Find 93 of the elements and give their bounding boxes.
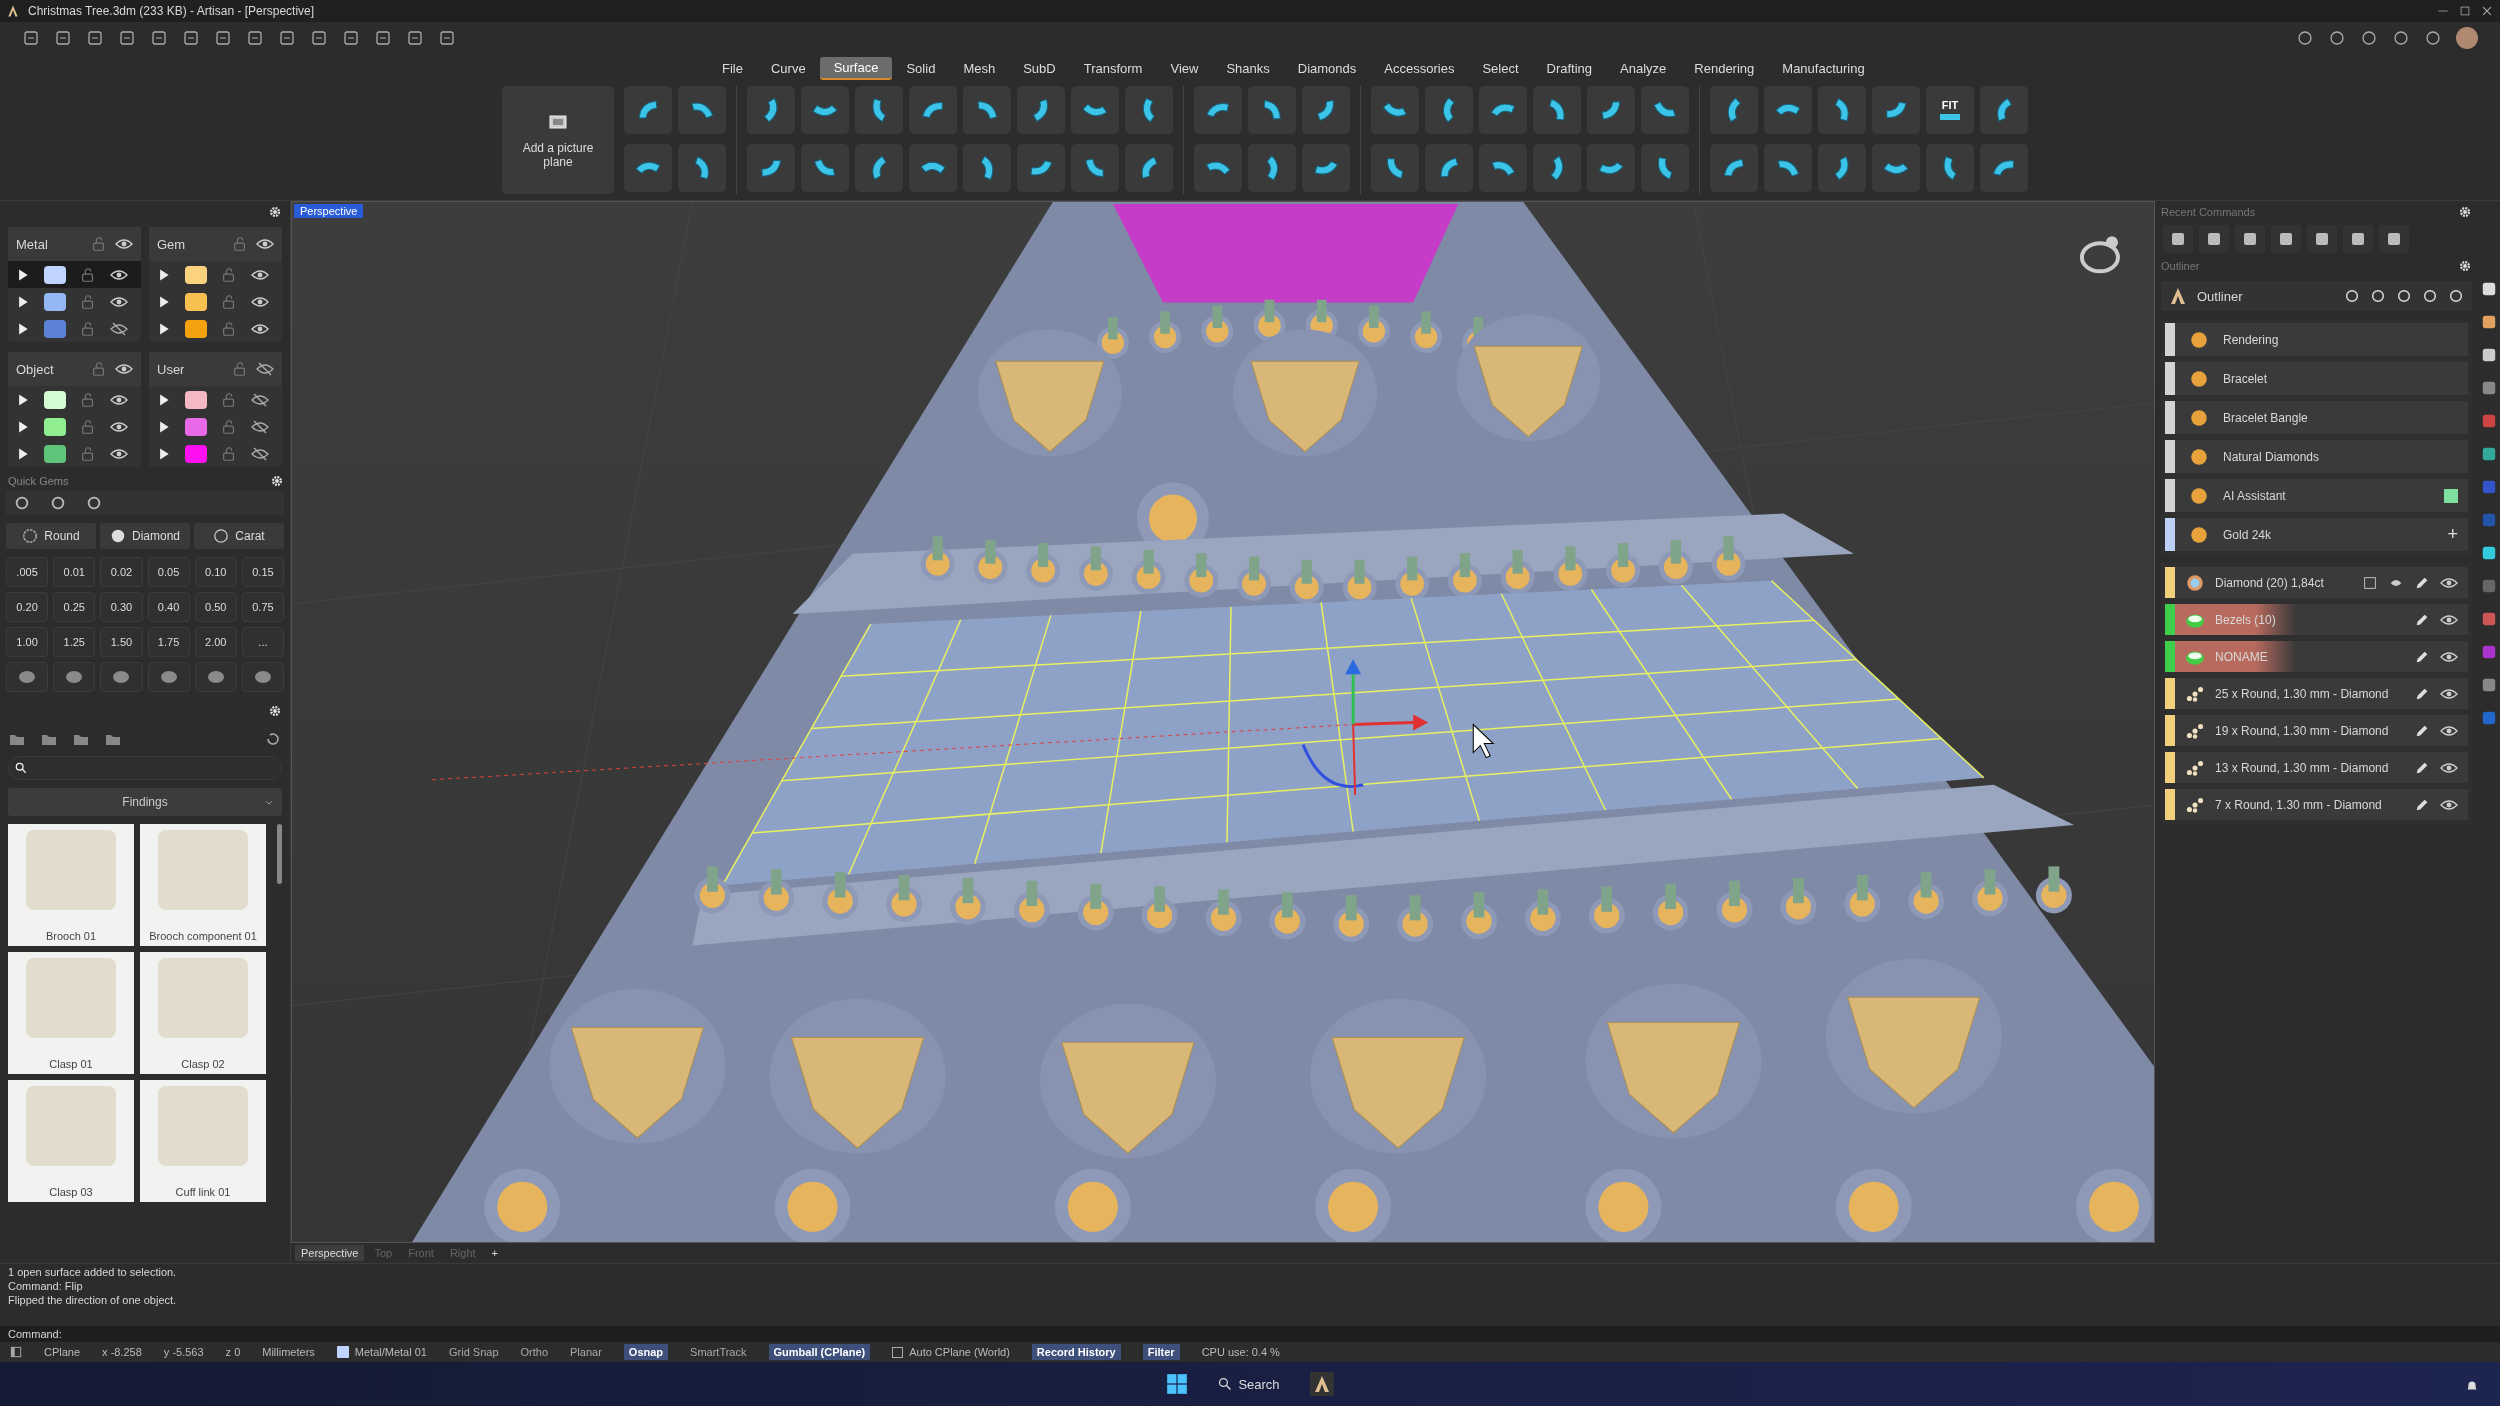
menu-tab[interactable]: Select [1468, 57, 1533, 79]
outliner-title: Outliner [2197, 288, 2244, 304]
layer-group-title: Gem [157, 236, 187, 252]
layer-group-title: Metal [16, 236, 49, 252]
menu-tab[interactable]: Solid [892, 57, 950, 79]
status-toggle[interactable]: Planar [570, 1344, 602, 1360]
gem-unit-dropdown[interactable]: Carat [194, 523, 284, 549]
window-title: Christmas Tree.3dm (233 KB) - Artisan - [Perspective] [28, 4, 315, 18]
status-text: CPlane [44, 1346, 81, 1358]
menu-tab[interactable]: SubD [1009, 57, 1070, 79]
outliner-item[interactable]: Rendering [2165, 323, 2468, 356]
library-item[interactable]: Cuff link 01 [140, 1080, 266, 1202]
gem-size-button[interactable]: 0.75 [241, 592, 284, 622]
gem-size-button[interactable]: 0.30 [100, 592, 143, 622]
status-toggle[interactable]: Record History [1031, 1344, 1121, 1360]
command-history-line: Flipped the direction of one object. [8, 1294, 178, 1306]
status-toggle[interactable]: Gumball (CPlane) [768, 1344, 871, 1360]
library-item[interactable]: Clasp 03 [8, 1080, 134, 1202]
status-text: CPU use: 0.4 % [1201, 1346, 1280, 1358]
viewport-tab[interactable]: Perspective [295, 1245, 365, 1261]
status-text: x -8.258 [102, 1346, 142, 1358]
panel-title: Quick Gems [7, 474, 70, 489]
menu-tab[interactable]: Rendering [1680, 57, 1769, 79]
menu-tab[interactable]: Drafting [1532, 57, 1607, 79]
object-row[interactable]: 13 x Round, 1.30 mm - Diamond [2165, 752, 2468, 783]
outliner-item[interactable]: AI Assistant [2165, 479, 2468, 512]
gem-size-button[interactable]: .005 [6, 557, 49, 587]
add-tab-button[interactable]: + [485, 1245, 505, 1261]
panel-title: Recent Commands [2161, 206, 2256, 218]
outliner-item[interactable]: Natural Diamonds [2165, 440, 2468, 473]
gem-size-button[interactable]: 0.25 [53, 592, 96, 622]
gem-size-button[interactable]: 1.50 [100, 627, 143, 657]
outliner-item[interactable]: Gold 24k + [2165, 518, 2468, 551]
outliner-item[interactable]: Bracelet [2165, 362, 2468, 395]
library-item[interactable]: Clasp 01 [8, 952, 134, 1074]
menu-tab[interactable]: Mesh [949, 57, 1010, 79]
layer-group-title: Object [16, 361, 55, 377]
status-toggle[interactable]: Filter [1142, 1344, 1180, 1360]
status-toggle[interactable]: Ortho [520, 1344, 549, 1360]
object-row[interactable]: Diamond (20) 1,84ct [2165, 567, 2468, 598]
menu-tab[interactable]: Accessories [1370, 57, 1469, 79]
object-row[interactable]: Bezels (10) [2165, 604, 2468, 635]
layer-group-title: User [157, 361, 186, 377]
panel-title: Outliner [2161, 260, 2200, 272]
menu-tab[interactable]: Surface [819, 56, 893, 80]
status-text: y -5.563 [163, 1346, 204, 1358]
menu-tab[interactable]: View [1156, 57, 1213, 79]
menu-tab[interactable]: Transform [1069, 57, 1157, 79]
taskbar-search-button[interactable]: Search [1212, 1375, 1286, 1393]
command-prompt-label: Command: [8, 1328, 62, 1340]
gem-size-button[interactable]: 0.40 [147, 592, 190, 622]
status-toggle[interactable]: Grid Snap [449, 1344, 499, 1360]
object-row[interactable]: 7 x Round, 1.30 mm - Diamond [2165, 789, 2468, 820]
library-item[interactable]: Clasp 02 [140, 952, 266, 1074]
3d-viewport[interactable]: Perspective [291, 201, 2155, 1243]
command-history-line: Command: Flip [8, 1280, 84, 1292]
menu-tab[interactable]: File [708, 57, 757, 79]
gem-shape-dropdown[interactable]: Round [6, 523, 96, 549]
category-dropdown[interactable]: Findings [8, 788, 282, 816]
menu-tab[interactable]: Curve [756, 57, 820, 79]
menu-tab[interactable]: Shanks [1212, 57, 1284, 79]
gem-size-button[interactable]: 0.01 [53, 557, 96, 587]
menu-tab[interactable]: Manufacturing [1768, 57, 1879, 79]
library-item[interactable]: Brooch 01 [8, 824, 134, 946]
object-row[interactable]: 25 x Round, 1.30 mm - Diamond [2165, 678, 2468, 709]
current-layer-text[interactable]: Metal/Metal 01 [354, 1346, 427, 1358]
gem-size-button[interactable]: 0.20 [6, 592, 49, 622]
gem-size-button[interactable]: 2.00 [194, 627, 237, 657]
outliner-item[interactable]: Bracelet Bangle [2165, 401, 2468, 434]
gem-size-button[interactable]: 0.02 [100, 557, 143, 587]
gem-size-button[interactable]: ... [241, 627, 284, 657]
menu-tab[interactable]: Analyze [1606, 57, 1681, 79]
viewport-label[interactable]: Perspective [294, 204, 364, 218]
gem-size-button[interactable]: 0.15 [241, 557, 284, 587]
gem-size-button[interactable]: 0.10 [194, 557, 237, 587]
status-toggle[interactable]: Osnap [623, 1344, 669, 1360]
gem-size-button[interactable]: 1.25 [53, 627, 96, 657]
gem-size-button[interactable]: 0.50 [194, 592, 237, 622]
add-picture-plane-button[interactable]: Add a picture plane [502, 86, 614, 194]
gem-material-button[interactable]: Diamond [100, 523, 190, 549]
library-item[interactable]: Brooch component 01 [140, 824, 266, 946]
object-row[interactable]: 19 x Round, 1.30 mm - Diamond [2165, 715, 2468, 746]
checkbox-label: Auto CPlane (World) [909, 1346, 1010, 1358]
gem-size-button[interactable]: 0.05 [147, 557, 190, 587]
status-text: Millimeters [262, 1346, 315, 1358]
gem-size-button[interactable]: 1.75 [147, 627, 190, 657]
status-toggle[interactable]: SmartTrack [690, 1344, 747, 1360]
menu-tab[interactable]: Diamonds [1283, 57, 1371, 79]
gem-size-button[interactable]: 1.00 [6, 627, 49, 657]
status-text: z 0 [225, 1346, 241, 1358]
add-button[interactable]: + [2447, 524, 2458, 545]
command-history-line: 1 open surface added to selection. [8, 1266, 178, 1278]
tool-button[interactable]: FIT [1926, 86, 1974, 134]
